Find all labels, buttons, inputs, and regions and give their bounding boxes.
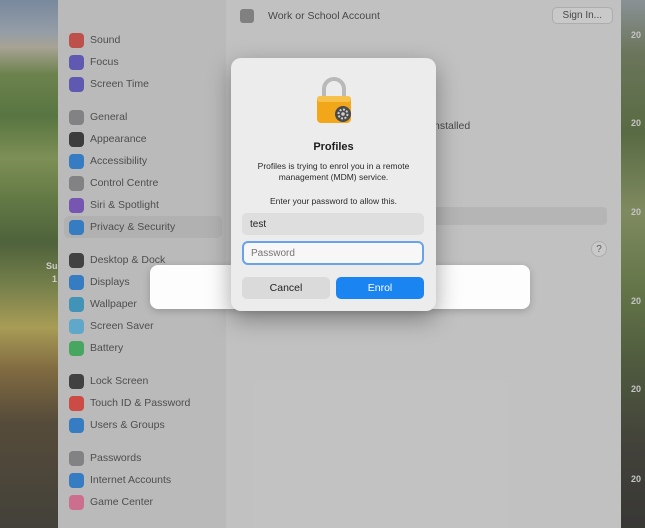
dialog-prompt: Enter your password to allow this. [269, 196, 398, 206]
username-field[interactable]: test [242, 213, 424, 235]
lock-icon [317, 77, 351, 123]
cancel-button[interactable]: Cancel [242, 277, 330, 299]
password-field[interactable] [242, 241, 424, 265]
dialog-title: Profiles [313, 141, 354, 153]
profiles-auth-dialog: Profiles Profiles is trying to enrol you… [231, 58, 436, 311]
enrol-button[interactable]: Enrol [336, 277, 424, 299]
dialog-message: Profiles is trying to enrol you in a rem… [257, 161, 410, 182]
